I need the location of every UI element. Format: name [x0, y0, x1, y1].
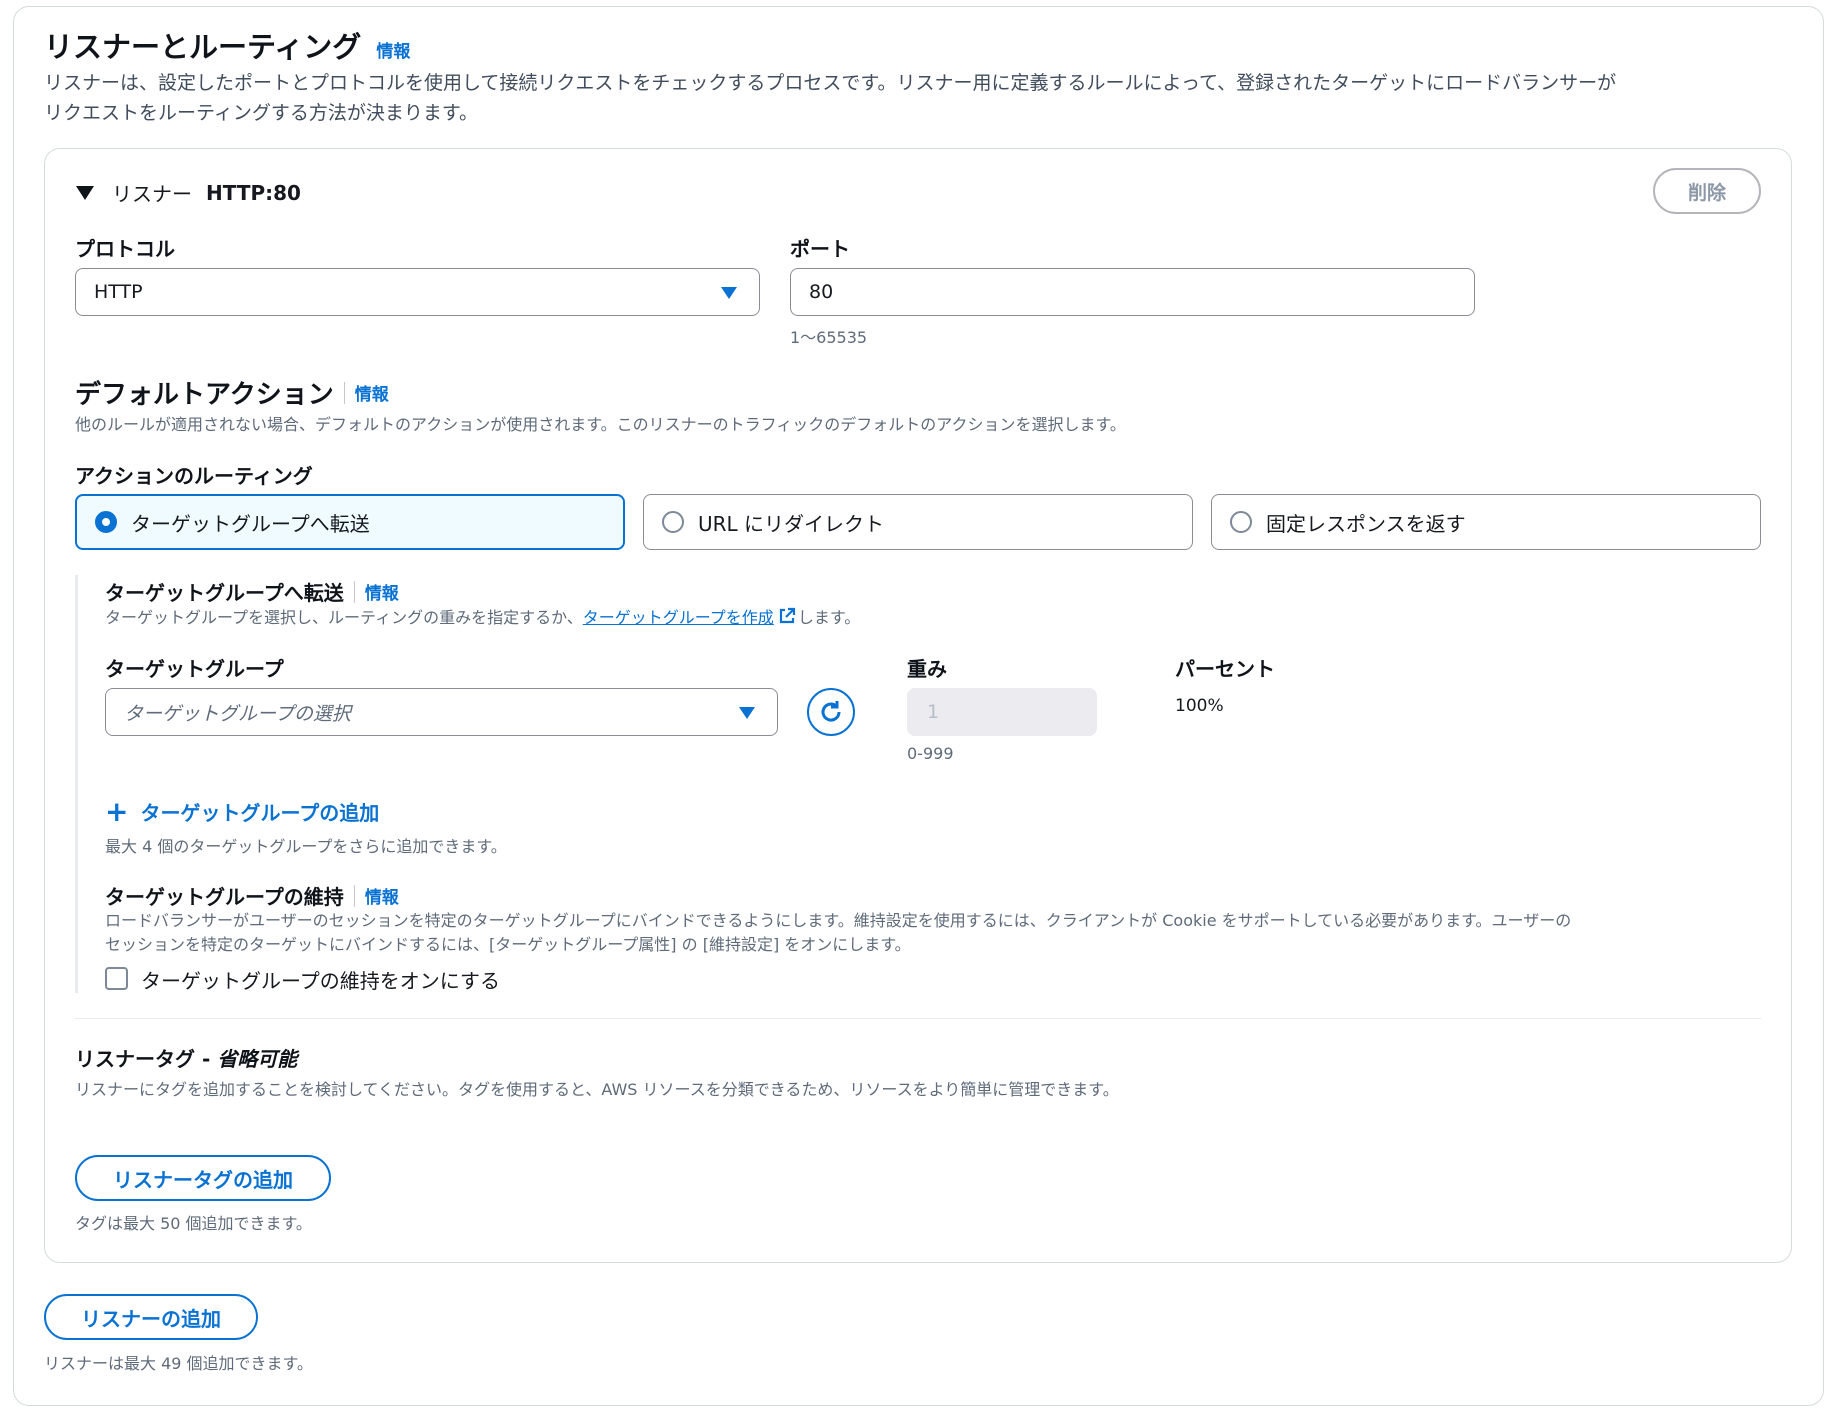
forward-header: ターゲットグループへ転送 情報: [105, 577, 399, 606]
option-label: 固定レスポンスを返す: [1266, 511, 1466, 536]
section-indent-bar: [75, 575, 78, 993]
section-description: リスナーは、設定したポートとプロトコルを使用して接続リクエストをチェックするプロ…: [44, 68, 1804, 128]
section-header: リスナーとルーティング 情報: [44, 24, 410, 66]
info-link[interactable]: 情報: [376, 42, 410, 62]
radio-icon[interactable]: [1230, 511, 1252, 533]
add-target-group-hint: 最大 4 個のターゲットグループをさらに追加できます。: [105, 837, 507, 856]
forward-title: ターゲットグループへ転送: [105, 581, 344, 605]
refresh-button[interactable]: [807, 688, 855, 736]
dropdown-caret-icon: [739, 707, 755, 719]
tags-description: リスナーにタグを追加することを検討してください。タグを使用すると、AWS リソー…: [75, 1080, 1119, 1099]
tags-header: リスナータグ - 省略可能: [75, 1043, 297, 1072]
weight-label: 重み: [907, 657, 947, 681]
divider: [75, 1018, 1761, 1019]
section-description-line1: リスナーは、設定したポートとプロトコルを使用して接続リクエストをチェックするプロ…: [44, 72, 1617, 94]
option-label: URL にリダイレクト: [698, 511, 885, 536]
port-value: 80: [809, 281, 834, 303]
option-redirect-url[interactable]: URL にリダイレクト: [643, 494, 1193, 550]
listener-header[interactable]: リスナー HTTP:80: [76, 178, 301, 207]
dropdown-caret-icon: [721, 287, 737, 299]
stickiness-description-line2: セッションを特定のターゲットにバインドするには、[ターゲットグループ属性] の …: [105, 935, 911, 954]
default-action-header: デフォルトアクション 情報: [75, 374, 389, 411]
info-link[interactable]: 情報: [365, 579, 399, 604]
option-forward-target-group[interactable]: ターゲットグループへ転送: [75, 494, 625, 550]
percent-label: パーセント: [1175, 657, 1275, 681]
refresh-icon: [821, 701, 841, 722]
stickiness-description-line1: ロードバランサーがユーザーのセッションを特定のターゲットグループにバインドできる…: [105, 911, 1572, 930]
stickiness-header: ターゲットグループの維持 情報: [105, 881, 399, 910]
default-action-description: 他のルールが適用されない場合、デフォルトのアクションが使用されます。このリスナー…: [75, 415, 1126, 434]
protocol-value: HTTP: [94, 281, 143, 303]
add-target-group-button[interactable]: + ターゲットグループの追加: [105, 795, 379, 828]
protocol-select[interactable]: HTTP: [75, 268, 760, 316]
listener-header-prefix: リスナー: [112, 182, 192, 206]
option-label: ターゲットグループへ転送: [131, 511, 370, 536]
stickiness-checkbox-label[interactable]: ターゲットグループの維持をオンにする: [141, 965, 500, 994]
target-group-placeholder: ターゲットグループの選択: [124, 702, 351, 725]
tags-title-optional: 省略可能: [217, 1047, 298, 1071]
stickiness-description: ロードバランサーがユーザーのセッションを特定のターゲットグループにバインドできる…: [105, 909, 1571, 957]
page-title: リスナーとルーティング: [44, 30, 362, 64]
add-listener-button[interactable]: リスナーの追加: [44, 1294, 258, 1340]
target-group-select[interactable]: ターゲットグループの選択: [105, 688, 778, 736]
header-separator: [353, 580, 355, 603]
forward-desc-text: ターゲットグループを選択し、ルーティングの重みを指定するか、: [105, 608, 583, 627]
add-listener-tag-button[interactable]: リスナータグの追加: [75, 1155, 331, 1201]
port-input[interactable]: 80: [790, 268, 1475, 316]
weight-value: 1: [927, 701, 940, 723]
radio-icon[interactable]: [662, 511, 684, 533]
forward-desc-text-end: します。: [797, 608, 861, 627]
listener-header-name: HTTP:80: [206, 180, 301, 205]
section-description-line2: リクエストをルーティングする方法が決まります。: [44, 102, 478, 124]
info-link[interactable]: 情報: [365, 883, 399, 908]
caret-down-icon[interactable]: [76, 185, 94, 200]
tags-hint: タグは最大 50 個追加できます。: [75, 1214, 312, 1233]
routing-action-label: アクションのルーティング: [75, 464, 313, 488]
delete-button[interactable]: 削除: [1653, 168, 1761, 214]
default-action-title: デフォルトアクション: [75, 380, 334, 410]
tags-title: リスナータグ -: [75, 1047, 218, 1071]
weight-input[interactable]: 1: [907, 688, 1097, 736]
protocol-label: プロトコル: [75, 237, 175, 261]
add-target-group-label: ターゲットグループの追加: [140, 801, 380, 825]
port-label: ポート: [790, 237, 850, 261]
percent-value: 100%: [1175, 696, 1224, 716]
create-target-group-link[interactable]: ターゲットグループを作成: [583, 604, 774, 628]
port-hint: 1〜65535: [790, 328, 868, 347]
plus-icon: +: [105, 795, 129, 828]
forward-description: ターゲットグループを選択し、ルーティングの重みを指定するか、 ターゲットグループ…: [105, 604, 860, 628]
header-separator: [343, 381, 345, 404]
option-fixed-response[interactable]: 固定レスポンスを返す: [1211, 494, 1761, 550]
external-link-icon[interactable]: [778, 607, 796, 625]
target-group-label: ターゲットグループ: [105, 657, 284, 681]
weight-hint: 0-999: [907, 744, 954, 763]
info-link[interactable]: 情報: [355, 380, 389, 405]
radio-selected-icon[interactable]: [95, 511, 117, 533]
stickiness-checkbox[interactable]: [105, 967, 128, 990]
stickiness-title: ターゲットグループの維持: [105, 885, 344, 909]
header-separator: [353, 884, 355, 907]
add-listener-hint: リスナーは最大 49 個追加できます。: [44, 1354, 313, 1373]
